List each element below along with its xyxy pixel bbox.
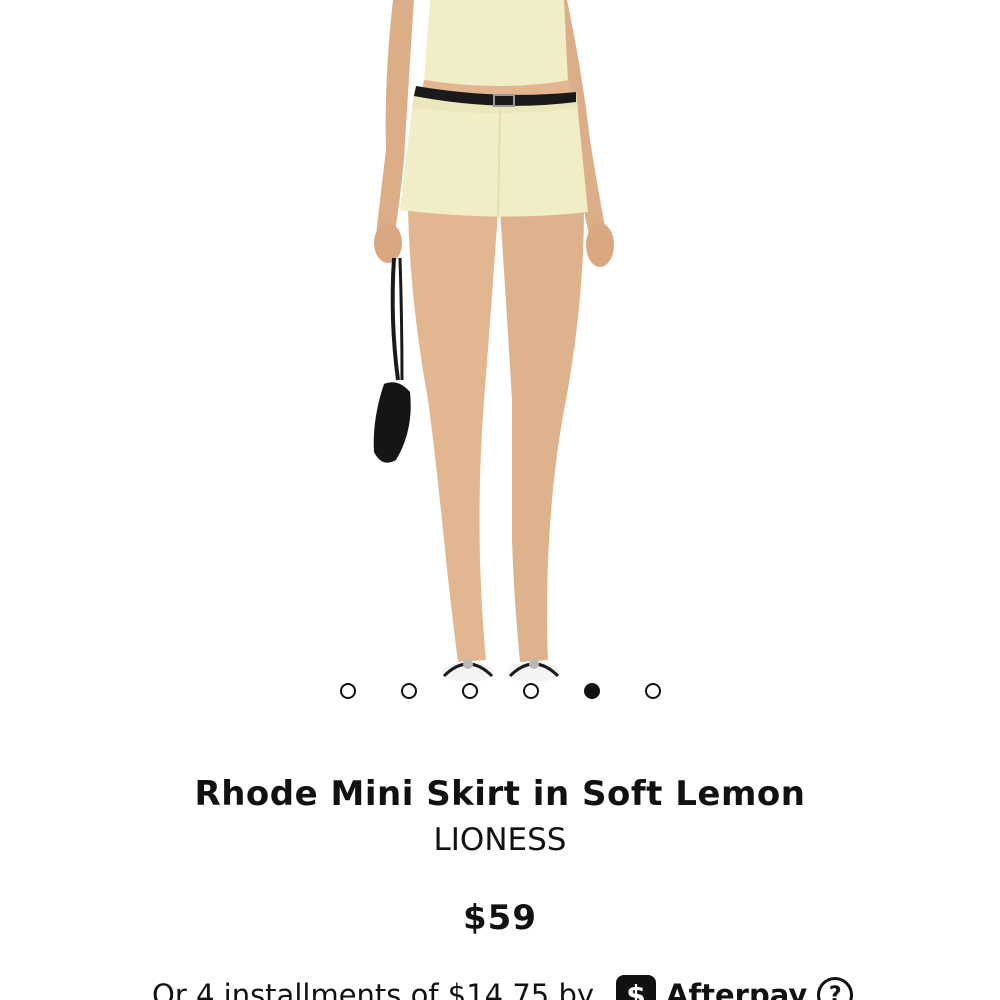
product-photo-illustration [373,0,614,682]
product-image[interactable] [0,0,1000,720]
help-circle-icon[interactable]: ? [817,977,854,1000]
carousel-dot-1[interactable] [340,683,356,699]
carousel-dot-2[interactable] [401,683,417,699]
product-price: $59 [463,898,537,938]
image-carousel-dots [0,681,1000,705]
carousel-dot-4[interactable] [523,683,539,699]
afterpay-installments: Or 4 installments of $14.75 by $ Afterpa… [152,970,854,1000]
carousel-dot-5-active[interactable] [584,683,600,699]
installment-text: Or 4 installments of $14.75 by [152,978,595,1000]
afterpay-name: Afterpay [666,978,808,1000]
product-title: Rhode Mini Skirt in Soft Lemon [194,774,806,814]
product-page: Rhode Mini Skirt in Soft Lemon LIONESS $… [0,0,1000,1000]
carousel-dot-6[interactable] [645,683,661,699]
carousel-dot-3[interactable] [462,683,478,699]
afterpay-logo-icon: $ [616,975,657,1000]
brand-link[interactable]: LIONESS [0,822,1000,858]
